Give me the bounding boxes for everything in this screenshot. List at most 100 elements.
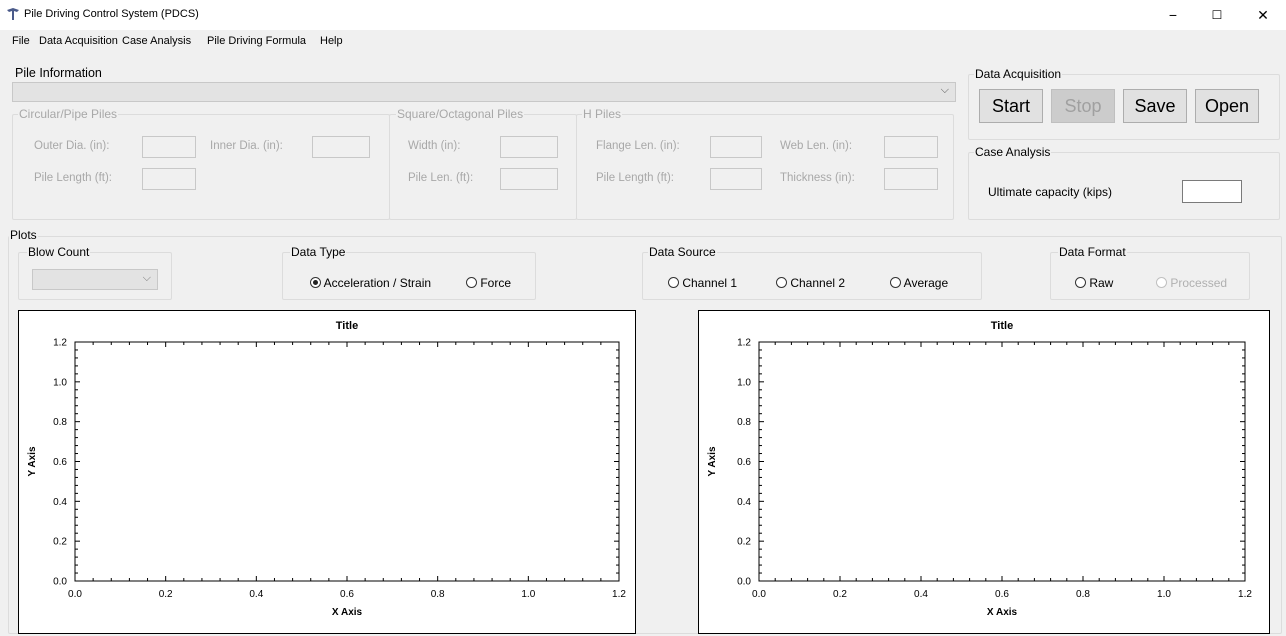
outer-dia-input[interactable] xyxy=(142,136,196,158)
chart-title: Title xyxy=(336,320,358,332)
radio-icon xyxy=(1075,277,1086,288)
width-label: Width (in): xyxy=(408,140,461,152)
x-tick-label: 0.8 xyxy=(431,589,445,600)
web-len-input[interactable] xyxy=(884,136,938,158)
blow-count-label: Blow Count xyxy=(27,245,91,259)
menu-pile-driving-formula[interactable]: Pile Driving Formula xyxy=(207,35,306,47)
open-button[interactable]: Open xyxy=(1195,89,1259,123)
x-tick-label: 0.6 xyxy=(995,589,1009,600)
radio-icon xyxy=(668,277,679,288)
y-tick-label: 0.6 xyxy=(53,457,67,468)
y-tick-label: 0.2 xyxy=(53,537,67,548)
chevron-down-icon: ⌵ xyxy=(940,84,949,96)
web-len-label: Web Len. (in): xyxy=(780,140,853,152)
outer-dia-label: Outer Dia. (in): xyxy=(34,140,110,152)
h-pile-length-input[interactable] xyxy=(710,168,762,190)
x-axis-label: X Axis xyxy=(987,607,1018,618)
channel-2-label: Channel 2 xyxy=(790,276,846,290)
y-tick-label: 0.0 xyxy=(737,577,751,588)
x-tick-label: 1.0 xyxy=(521,589,535,600)
data-type-label: Data Type xyxy=(290,245,347,259)
channel-1-label: Channel 1 xyxy=(682,276,738,290)
y-axis-label: Y Axis xyxy=(27,446,38,476)
x-tick-label: 1.2 xyxy=(1238,589,1252,600)
menu-data-acquisition[interactable]: Data Acquisition xyxy=(39,35,118,47)
radio-processed[interactable]: Processed xyxy=(1156,276,1227,290)
start-button[interactable]: Start xyxy=(979,89,1043,123)
radio-force[interactable]: Force xyxy=(466,276,511,290)
radio-icon xyxy=(776,277,787,288)
menu-help[interactable]: Help xyxy=(320,35,343,47)
h-pile-length-label: Pile Length (ft): xyxy=(596,172,674,184)
y-tick-label: 1.0 xyxy=(737,377,751,388)
menu-bar xyxy=(0,31,1286,51)
minimize-button[interactable]: − xyxy=(1150,0,1196,30)
y-tick-label: 0.8 xyxy=(53,417,67,428)
average-label: Average xyxy=(903,276,949,290)
pile-len-label: Pile Len. (ft): xyxy=(408,172,474,184)
data-format-label: Data Format xyxy=(1058,245,1127,259)
y-tick-label: 0.4 xyxy=(737,497,751,508)
radio-icon xyxy=(1156,277,1167,288)
square-piles-label: Square/Octagonal Piles xyxy=(396,107,525,121)
h-piles-label: H Piles xyxy=(582,107,623,121)
chart-left: Title 0.0 0.2 0.4 0.6 0.8 1.0 1.2 0.0 0.2 0.4 0.6 0.… xyxy=(18,310,636,634)
data-source-label: Data Source xyxy=(648,245,717,259)
y-tick-label: 0.4 xyxy=(53,497,67,508)
x-tick-label: 0.4 xyxy=(249,589,263,600)
x-tick-label: 0.2 xyxy=(833,589,847,600)
force-label: Force xyxy=(480,276,512,290)
plot-area xyxy=(74,341,620,582)
circular-piles-label: Circular/Pipe Piles xyxy=(18,107,119,121)
radio-icon xyxy=(466,277,477,288)
square-piles-group xyxy=(389,114,577,220)
width-input[interactable] xyxy=(500,136,558,158)
x-tick-label: 1.0 xyxy=(1157,589,1171,600)
x-tick-label: 0.4 xyxy=(914,589,928,600)
radio-raw[interactable]: Raw xyxy=(1075,276,1113,290)
pile-information-dropdown[interactable]: ⌵ xyxy=(12,82,956,102)
radio-channel-2[interactable]: Channel 2 xyxy=(776,276,845,290)
pile-length-input[interactable] xyxy=(142,168,196,190)
ultimate-capacity-label: Ultimate capacity (kips) xyxy=(988,185,1113,199)
maximize-button[interactable]: ☐ xyxy=(1194,0,1240,30)
ultimate-capacity-input[interactable] xyxy=(1182,180,1242,203)
save-button[interactable]: Save xyxy=(1123,89,1187,123)
menu-case-analysis[interactable]: Case Analysis xyxy=(122,35,191,47)
plot-area xyxy=(758,341,1246,582)
y-tick-label: 0.2 xyxy=(737,537,751,548)
pile-len-input[interactable] xyxy=(500,168,558,190)
menu-file[interactable]: File xyxy=(12,35,30,47)
window-title: Pile Driving Control System (PDCS) xyxy=(24,8,199,20)
raw-label: Raw xyxy=(1089,276,1114,290)
app-icon xyxy=(7,8,19,20)
stop-button[interactable]: Stop xyxy=(1051,89,1115,123)
data-acquisition-label: Data Acquisition xyxy=(974,67,1063,81)
y-tick-label: 1.2 xyxy=(737,338,751,349)
flange-len-input[interactable] xyxy=(710,136,762,158)
close-button[interactable]: ✕ xyxy=(1240,0,1286,30)
radio-average[interactable]: Average xyxy=(890,276,948,290)
radio-acceleration-strain[interactable]: Acceleration / Strain xyxy=(310,276,431,290)
inner-dia-input[interactable] xyxy=(312,136,370,158)
thickness-input[interactable] xyxy=(884,168,938,190)
flange-len-label: Flange Len. (in): xyxy=(596,140,680,152)
radio-channel-1[interactable]: Channel 1 xyxy=(668,276,737,290)
x-tick-label: 0.8 xyxy=(1076,589,1090,600)
chevron-down-icon: ⌵ xyxy=(142,272,151,284)
chart-svg: Title 0.0 0.2 0.4 0.6 0.8 1.0 1.2 0.0 0.2 0.4 0.6 0.… xyxy=(707,320,1252,618)
case-analysis-label: Case Analysis xyxy=(974,145,1052,159)
plots-label: Plots xyxy=(9,228,38,242)
y-tick-label: 0.6 xyxy=(737,457,751,468)
y-axis-label: Y Axis xyxy=(707,446,718,476)
x-axis-label: X Axis xyxy=(332,607,363,618)
chart-right: Title 0.0 0.2 0.4 0.6 0.8 1.0 1.2 0.0 0.2 0.4 0.6 0.… xyxy=(698,310,1270,634)
acceleration-strain-label: Acceleration / Strain xyxy=(323,276,432,290)
x-tick-label: 0.2 xyxy=(159,589,173,600)
chart-svg: Title 0.0 0.2 0.4 0.6 0.8 1.0 1.2 0.0 0.2 0.4 0.6 0.… xyxy=(27,320,626,618)
blow-count-dropdown[interactable]: ⌵ xyxy=(32,269,158,290)
y-tick-label: 1.2 xyxy=(53,338,67,349)
radio-selected-icon xyxy=(310,277,321,288)
processed-label: Processed xyxy=(1170,276,1228,290)
radio-icon xyxy=(890,277,901,288)
